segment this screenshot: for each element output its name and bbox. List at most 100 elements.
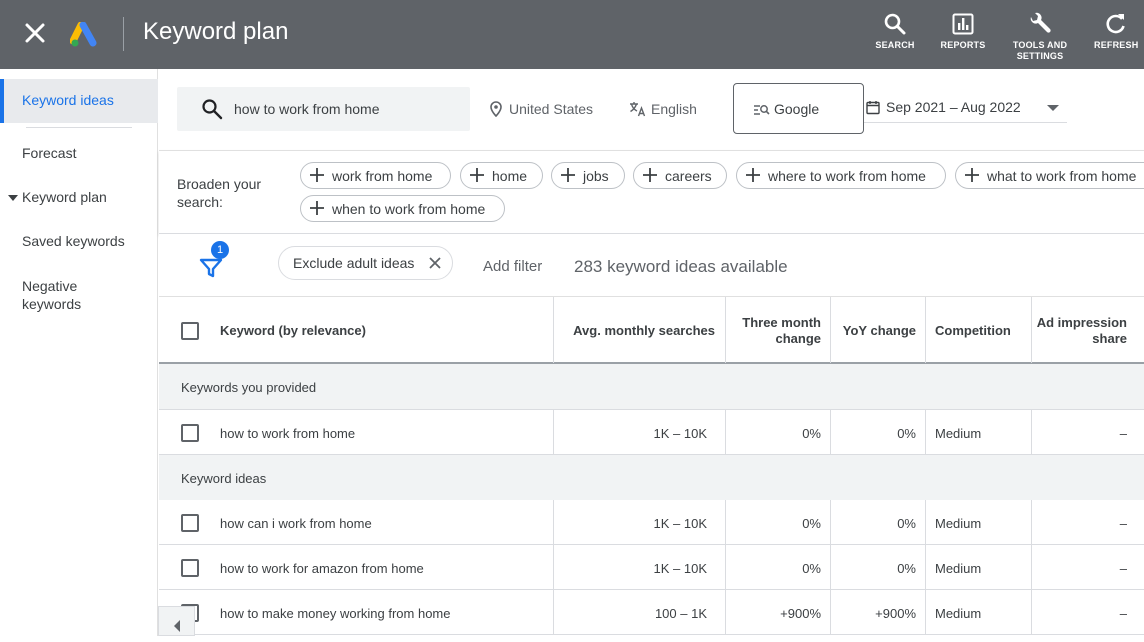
column-competition[interactable]: Competition bbox=[925, 297, 1031, 363]
search-row: how to work from home United States Engl… bbox=[159, 69, 1144, 150]
sidebar-item-label-2: keywords bbox=[22, 296, 82, 312]
ad-share-cell: – bbox=[1031, 590, 1144, 634]
language-selector[interactable]: English bbox=[629, 101, 697, 117]
table-row[interactable]: how to make money working from home 100 … bbox=[159, 590, 1144, 635]
add-filter-button[interactable]: Add filter bbox=[483, 258, 542, 275]
group-keywords-provided: Keywords you provided bbox=[159, 364, 1144, 410]
plus-icon bbox=[310, 201, 324, 215]
page-title: Keyword plan bbox=[143, 18, 289, 45]
keyword-search-input[interactable]: how to work from home bbox=[177, 87, 470, 131]
group-keyword-ideas: Keyword ideas bbox=[159, 455, 1144, 501]
language-label: English bbox=[651, 101, 697, 117]
google-ads-logo bbox=[70, 22, 97, 47]
search-icon bbox=[884, 13, 906, 35]
column-ad-share-label-2: share bbox=[1092, 331, 1127, 346]
search-network-selector[interactable]: Google bbox=[733, 83, 864, 134]
keyword-cell: how can i work from home bbox=[220, 516, 372, 531]
sidebar-divider bbox=[26, 127, 132, 128]
broaden-chip[interactable]: when to work from home bbox=[300, 195, 505, 222]
competition-cell: Medium bbox=[925, 500, 1031, 544]
row-checkbox[interactable] bbox=[181, 559, 199, 577]
plus-icon bbox=[643, 168, 657, 182]
close-icon[interactable] bbox=[428, 256, 442, 270]
close-icon[interactable] bbox=[22, 20, 48, 46]
column-avg-monthly-searches[interactable]: Avg. monthly searches bbox=[553, 297, 725, 363]
column-three-month-change[interactable]: Three month change bbox=[725, 297, 830, 363]
sidebar-item-saved-keywords[interactable]: Saved keywords bbox=[0, 233, 158, 249]
ad-share-cell: – bbox=[1031, 410, 1144, 454]
dropdown-arrow-icon bbox=[1047, 105, 1059, 111]
three-month-cell: 0% bbox=[725, 545, 830, 589]
broaden-chip[interactable]: jobs bbox=[551, 162, 625, 189]
date-range-selector[interactable]: Sep 2021 – Aug 2022 bbox=[864, 87, 1067, 123]
topbar-divider bbox=[123, 17, 124, 51]
yoy-cell: +900% bbox=[830, 590, 925, 634]
sidebar-item-forecast[interactable]: Forecast bbox=[0, 145, 158, 161]
broaden-chip[interactable]: what to work from home bbox=[955, 162, 1144, 189]
select-all-checkbox[interactable] bbox=[181, 322, 199, 340]
refresh-tool-button[interactable]: REFRESH bbox=[1094, 12, 1138, 51]
sidebar-item-keyword-plan[interactable]: Keyword plan bbox=[0, 189, 158, 205]
exclude-adult-label: Exclude adult ideas bbox=[293, 255, 415, 271]
sidebar-item-label: Keyword plan bbox=[22, 189, 107, 205]
tools-settings-button[interactable]: TOOLS AND SETTINGS bbox=[1008, 12, 1072, 62]
avg-searches-cell: 100 – 1K bbox=[553, 590, 725, 634]
caret-down-icon bbox=[8, 195, 18, 201]
avg-searches-cell: 1K – 10K bbox=[553, 410, 725, 454]
keyword-ideas-count: 283 keyword ideas available bbox=[574, 257, 788, 276]
competition-cell: Medium bbox=[925, 590, 1031, 634]
column-ad-impression-share[interactable]: Ad impression share bbox=[1031, 297, 1144, 363]
tools-settings-label-2: SETTINGS bbox=[1016, 51, 1064, 61]
chip-label: home bbox=[492, 168, 528, 184]
column-three-month-label-1: Three month bbox=[742, 315, 821, 330]
keyword-cell: how to work from home bbox=[220, 426, 356, 441]
refresh-tool-label: REFRESH bbox=[1094, 40, 1139, 50]
ad-share-cell: – bbox=[1031, 500, 1144, 544]
competition-cell: Medium bbox=[925, 545, 1031, 589]
chip-label: what to work from home bbox=[987, 168, 1137, 184]
reports-tool-button[interactable]: REPORTS bbox=[938, 12, 988, 51]
yoy-cell: 0% bbox=[830, 410, 925, 454]
table-row[interactable]: how can i work from home 1K – 10K 0% 0% … bbox=[159, 500, 1144, 545]
column-yoy-label: YoY change bbox=[842, 323, 916, 338]
table-row[interactable]: how to work from home 1K – 10K 0% 0% Med… bbox=[159, 410, 1144, 455]
reports-tool-label: REPORTS bbox=[940, 40, 986, 50]
chip-label: work from home bbox=[332, 168, 433, 184]
location-selector[interactable]: United States bbox=[489, 101, 593, 117]
plus-icon bbox=[470, 168, 484, 182]
yoy-cell: 0% bbox=[830, 500, 925, 544]
plus-icon bbox=[310, 168, 324, 182]
row-checkbox[interactable] bbox=[181, 424, 199, 442]
column-competition-label: Competition bbox=[935, 323, 1011, 338]
three-month-cell: 0% bbox=[725, 410, 830, 454]
sidebar-item-keyword-ideas[interactable]: Keyword ideas bbox=[0, 79, 158, 123]
table-row[interactable]: how to work for amazon from home 1K – 10… bbox=[159, 545, 1144, 590]
yoy-cell: 0% bbox=[830, 545, 925, 589]
plus-icon bbox=[965, 168, 979, 182]
translate-icon bbox=[630, 102, 646, 117]
broaden-chip[interactable]: home bbox=[460, 162, 543, 189]
broaden-chip[interactable]: careers bbox=[633, 162, 727, 189]
column-keyword[interactable]: Keyword (by relevance) bbox=[220, 297, 553, 363]
scroll-left-button[interactable] bbox=[158, 606, 195, 636]
broaden-label-1: Broaden your bbox=[177, 176, 262, 192]
network-search-icon bbox=[754, 105, 770, 115]
plus-icon bbox=[561, 168, 575, 182]
row-checkbox[interactable] bbox=[181, 514, 199, 532]
broaden-chip[interactable]: where to work from home bbox=[736, 162, 946, 189]
keyword-cell: how to make money working from home bbox=[220, 606, 451, 621]
column-yoy-change[interactable]: YoY change bbox=[830, 297, 925, 363]
search-tool-label: SEARCH bbox=[875, 40, 915, 50]
filter-bar: 1 Exclude adult ideas Add filter 283 key… bbox=[159, 234, 1144, 296]
sidebar-item-negative-keywords[interactable]: Negative keywords bbox=[0, 277, 158, 313]
broaden-label: Broaden your search: bbox=[177, 175, 277, 211]
ad-share-cell: – bbox=[1031, 545, 1144, 589]
three-month-cell: 0% bbox=[725, 500, 830, 544]
keyword-ideas-table: Keyword (by relevance) Avg. monthly sear… bbox=[159, 296, 1144, 636]
broaden-search-panel: Broaden your search: work from home home… bbox=[159, 150, 1144, 234]
chip-label: when to work from home bbox=[332, 201, 486, 217]
broaden-chip[interactable]: work from home bbox=[300, 162, 451, 189]
exclude-adult-ideas-chip[interactable]: Exclude adult ideas bbox=[278, 246, 453, 280]
search-icon bbox=[202, 99, 223, 120]
search-tool-button[interactable]: SEARCH bbox=[874, 12, 916, 51]
